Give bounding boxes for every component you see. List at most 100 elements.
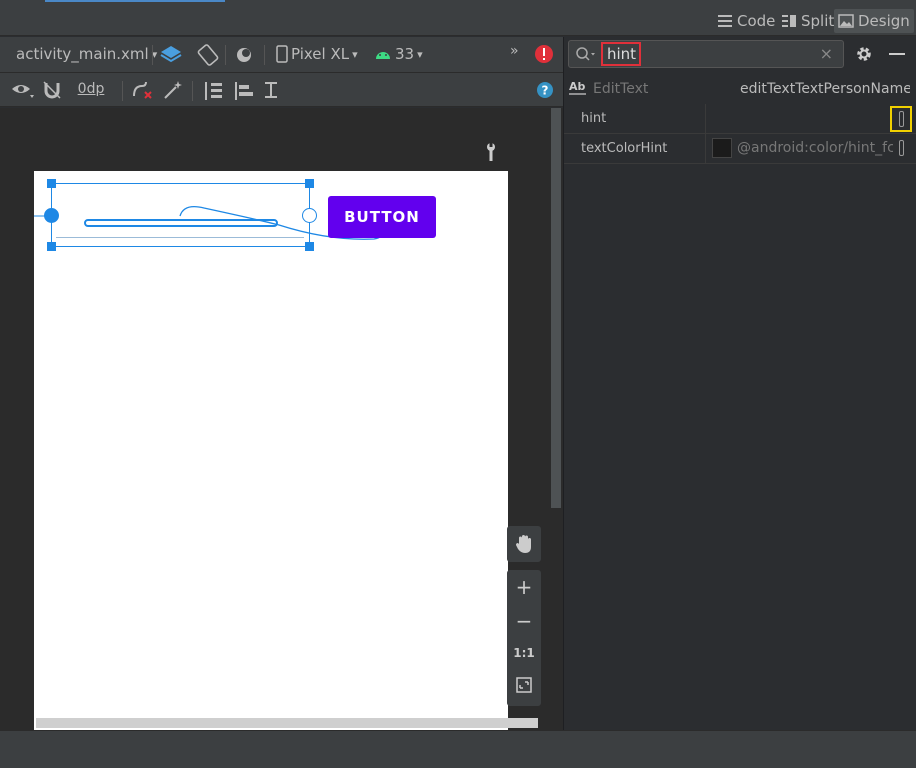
selected-edittext-bounds[interactable] [44, 179, 317, 251]
resize-handle[interactable] [305, 242, 314, 251]
preview-button[interactable]: BUTTON [328, 196, 436, 238]
guidelines-icon [205, 82, 222, 100]
settings-button[interactable] [855, 45, 873, 67]
zoom-reset-label: 1:1 [513, 646, 535, 660]
minimize-panel-button[interactable] [889, 53, 905, 55]
search-icon [576, 47, 595, 61]
split-view-label: Split [801, 12, 835, 30]
wrench-icon[interactable] [484, 142, 498, 166]
attribute-column-divider [705, 134, 706, 164]
theme-button[interactable] [234, 44, 256, 66]
constraint-anchor-start[interactable] [44, 208, 59, 223]
toolbar-divider [192, 81, 193, 101]
svg-text:Ab: Ab [569, 80, 586, 93]
overflow-button[interactable]: » [510, 43, 519, 59]
component-id-label: editTextTextPersonName [740, 81, 910, 97]
attribute-name: textColorHint [581, 141, 668, 156]
zoom-in-button[interactable]: + [507, 572, 541, 602]
text-baseline-icon [265, 82, 277, 98]
resize-handle[interactable] [47, 242, 56, 251]
toolbar-divider [264, 45, 265, 65]
canvas-horizontal-scrollbar[interactable] [36, 718, 538, 728]
attribute-search-box: × [568, 40, 844, 68]
chevron-down-icon: ▾ [417, 47, 423, 61]
device-selector[interactable]: Pixel XL ▾ [276, 45, 358, 63]
clear-search-icon[interactable]: × [820, 44, 833, 63]
clear-constraints-button[interactable] [132, 80, 154, 100]
resource-picker-icon [899, 111, 904, 127]
device-label: Pixel XL [291, 45, 350, 63]
color-swatch[interactable] [712, 138, 732, 158]
attribute-column-divider [705, 104, 706, 134]
android-icon [376, 52, 390, 59]
hand-icon [516, 535, 531, 553]
zoom-fit-button[interactable] [507, 670, 541, 700]
orientation-button[interactable] [196, 43, 220, 67]
toolbar-divider [225, 45, 226, 65]
autoconnect-toggle[interactable] [42, 80, 62, 100]
attribute-row-textcolorhint: textColorHint @android:color/hint_fc [564, 134, 916, 164]
theme-icon [237, 48, 251, 62]
design-view-label: Design [858, 12, 910, 30]
edittext-underline [56, 237, 304, 238]
chevron-down-icon: ▾ [352, 47, 358, 61]
zoom-out-button[interactable]: − [507, 606, 541, 636]
layers-icon [160, 46, 182, 63]
infer-constraints-button[interactable] [163, 80, 183, 100]
help-icon: ? [537, 82, 553, 98]
toolbar-divider [152, 45, 153, 65]
attribute-search-input[interactable] [601, 42, 641, 66]
zoom-controls: + − 1:1 [507, 526, 541, 706]
preview-button-label: BUTTON [344, 208, 420, 226]
toolbar-divider [122, 81, 123, 101]
file-selector[interactable]: activity_main.xml ▾ [16, 45, 157, 63]
attribute-value[interactable]: @android:color/hint_fc [737, 140, 893, 156]
help-button[interactable]: ? [536, 81, 554, 99]
baseline-button[interactable] [262, 80, 284, 102]
design-view-button[interactable]: Design [834, 9, 914, 33]
attribute-name: hint [581, 111, 607, 126]
magic-wand-icon [164, 81, 182, 99]
edittext-ab-icon: Ab [569, 80, 587, 100]
split-view-button[interactable]: Split [777, 9, 838, 33]
zoom-actual-size-button[interactable]: 1:1 [507, 638, 541, 668]
gear-icon [857, 47, 871, 61]
attribute-row-hint: hint [564, 104, 916, 134]
resize-handle[interactable] [47, 179, 56, 188]
api-level-selector[interactable]: 33 ▾ [374, 45, 423, 63]
rotate-device-icon [197, 44, 219, 66]
file-name-label: activity_main.xml [16, 45, 149, 63]
align-left-icon [235, 82, 253, 100]
align-button[interactable] [233, 80, 257, 102]
design-toolbar: activity_main.xml ▾ Pixel XL ▾ 33 ▾ » [0, 37, 563, 73]
code-view-button[interactable]: Code [713, 9, 779, 33]
view-mode-bar: Code Split Design [0, 6, 916, 36]
resize-handle[interactable] [305, 179, 314, 188]
active-tab-indicator [45, 0, 225, 2]
default-margin-selector[interactable]: 0dp [70, 81, 112, 97]
code-lines-icon [718, 15, 732, 27]
constraint-toolbar: 0dp ? [0, 73, 563, 107]
view-options-button[interactable] [11, 80, 35, 100]
margin-label: 0dp [77, 81, 105, 97]
pan-button[interactable] [507, 526, 541, 562]
fit-screen-icon [516, 677, 532, 693]
canvas-vertical-scrollbar[interactable] [551, 108, 561, 508]
magnet-off-icon [43, 81, 61, 99]
clear-constraints-icon [133, 81, 152, 99]
split-icon [782, 15, 796, 27]
status-bar [0, 730, 916, 768]
layers-button[interactable] [160, 43, 184, 67]
api-level-label: 33 [395, 45, 415, 63]
resource-picker-icon[interactable] [899, 140, 904, 156]
constraint-anchor-end[interactable] [302, 208, 317, 223]
minus-icon: − [515, 609, 533, 633]
baseline-handle[interactable] [84, 219, 278, 227]
error-button[interactable] [534, 44, 554, 64]
pick-resource-button[interactable] [890, 106, 912, 132]
guidelines-button[interactable] [202, 80, 226, 102]
eye-icon [12, 85, 34, 98]
error-icon [535, 45, 553, 63]
image-icon [838, 14, 854, 28]
plus-icon: + [515, 575, 533, 599]
